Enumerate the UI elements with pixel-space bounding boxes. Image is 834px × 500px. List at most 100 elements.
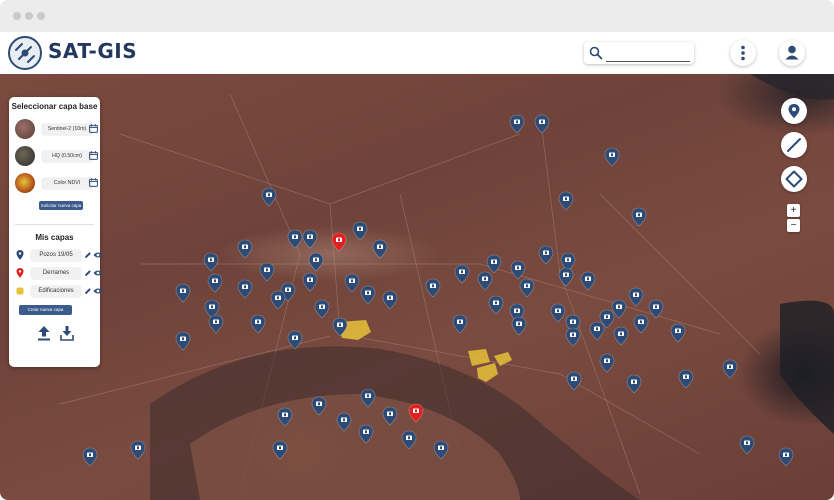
my-layer-derrames[interactable]: Derrames bbox=[31, 268, 81, 279]
well-pin-marker[interactable] bbox=[302, 272, 318, 292]
search-box[interactable] bbox=[584, 42, 694, 64]
calendar-icon[interactable] bbox=[89, 178, 98, 189]
well-pin-marker[interactable] bbox=[360, 285, 376, 305]
well-pin-marker[interactable] bbox=[511, 316, 527, 336]
panel-divider bbox=[15, 224, 94, 225]
well-pin-marker[interactable] bbox=[175, 283, 191, 303]
well-pin-marker[interactable] bbox=[589, 321, 605, 341]
well-pin-marker[interactable] bbox=[314, 299, 330, 319]
well-pin-marker[interactable] bbox=[488, 295, 504, 315]
well-pin-marker[interactable] bbox=[372, 239, 388, 259]
base-layer-title: Seleccionar capa base bbox=[11, 102, 98, 111]
base-layer-hq[interactable]: HQ (0.50cm) bbox=[42, 151, 92, 162]
well-pin-marker[interactable] bbox=[344, 273, 360, 293]
request-layer-button[interactable]: Solicitar nueva capa bbox=[39, 201, 83, 210]
base-layer-thumbnail[interactable] bbox=[15, 173, 35, 193]
well-pin-marker[interactable] bbox=[534, 114, 550, 134]
well-pin-marker[interactable] bbox=[82, 447, 98, 467]
base-layer-sentinel[interactable]: Sentinel-2 (10m) bbox=[42, 124, 92, 135]
well-pin-marker[interactable] bbox=[722, 359, 738, 379]
well-pin-marker[interactable] bbox=[452, 314, 468, 334]
well-pin-marker[interactable] bbox=[203, 252, 219, 272]
well-pin-marker[interactable] bbox=[519, 278, 535, 298]
map-canvas[interactable] bbox=[0, 74, 834, 500]
well-pin-marker[interactable] bbox=[613, 326, 629, 346]
well-pin-marker[interactable] bbox=[648, 299, 664, 319]
well-pin-marker[interactable] bbox=[287, 229, 303, 249]
well-pin-marker[interactable] bbox=[486, 254, 502, 274]
upload-icon[interactable] bbox=[37, 325, 51, 343]
base-layer-thumbnail[interactable] bbox=[15, 119, 35, 139]
zoom-in-button[interactable]: + bbox=[787, 204, 800, 217]
edit-pencil-icon[interactable] bbox=[84, 287, 92, 297]
window-dot bbox=[37, 12, 45, 20]
well-pin-marker[interactable] bbox=[599, 353, 615, 373]
download-icon[interactable] bbox=[60, 325, 74, 343]
well-pin-marker[interactable] bbox=[628, 287, 644, 307]
search-input[interactable] bbox=[606, 45, 690, 62]
more-options-button[interactable] bbox=[730, 40, 756, 66]
edit-pencil-icon[interactable] bbox=[84, 251, 92, 261]
well-pin-marker[interactable] bbox=[302, 229, 318, 249]
app-title: SAT-GIS bbox=[48, 39, 138, 63]
well-pin-marker[interactable] bbox=[580, 271, 596, 291]
zoom-out-button[interactable]: − bbox=[787, 219, 800, 232]
well-pin-marker[interactable] bbox=[382, 290, 398, 310]
calendar-icon[interactable] bbox=[89, 124, 98, 135]
eye-visibility-icon[interactable] bbox=[93, 251, 103, 261]
eye-visibility-icon[interactable] bbox=[93, 269, 103, 279]
well-pin-marker[interactable] bbox=[509, 114, 525, 134]
well-pin-marker[interactable] bbox=[270, 290, 286, 310]
add-point-tool-button[interactable] bbox=[781, 98, 807, 124]
well-pin-marker[interactable] bbox=[678, 369, 694, 389]
window-chrome bbox=[0, 0, 834, 32]
well-pin-marker[interactable] bbox=[558, 267, 574, 287]
well-pin-marker[interactable] bbox=[566, 371, 582, 391]
app-header: SAT-GIS bbox=[0, 32, 834, 74]
well-pin-marker[interactable] bbox=[308, 252, 324, 272]
app-window: SAT-GIS + − Seleccionar capa base Sentin… bbox=[0, 0, 834, 500]
well-pin-marker[interactable] bbox=[130, 440, 146, 460]
well-pin-marker[interactable] bbox=[477, 271, 493, 291]
well-pin-marker[interactable] bbox=[454, 264, 470, 284]
logo-satellite-icon[interactable] bbox=[8, 36, 42, 70]
well-pin-marker[interactable] bbox=[237, 279, 253, 299]
well-pin-marker[interactable] bbox=[237, 239, 253, 259]
spill-pin-marker[interactable] bbox=[331, 232, 347, 252]
well-pin-marker[interactable] bbox=[558, 191, 574, 211]
my-layer-pozos[interactable]: Pozos 19/05 bbox=[31, 250, 81, 261]
base-layer-thumbnail[interactable] bbox=[15, 146, 35, 166]
line-draw-icon bbox=[787, 138, 801, 152]
yellow-square-icon bbox=[16, 287, 24, 297]
well-pin-marker[interactable] bbox=[425, 278, 441, 298]
eye-visibility-icon[interactable] bbox=[93, 287, 103, 297]
well-pin-marker[interactable] bbox=[670, 323, 686, 343]
well-pin-marker[interactable] bbox=[626, 374, 642, 394]
well-pin-marker[interactable] bbox=[604, 147, 620, 167]
satellite-map[interactable]: + − bbox=[0, 74, 834, 500]
edit-pencil-icon[interactable] bbox=[84, 269, 92, 279]
well-pin-marker[interactable] bbox=[631, 207, 647, 227]
well-pin-marker[interactable] bbox=[538, 245, 554, 265]
well-pin-marker[interactable] bbox=[250, 314, 266, 334]
well-pin-marker[interactable] bbox=[261, 187, 277, 207]
red-pin-icon bbox=[16, 268, 24, 280]
create-layer-button[interactable]: Crear nueva capa bbox=[19, 305, 72, 315]
well-pin-marker[interactable] bbox=[175, 331, 191, 351]
well-pin-marker[interactable] bbox=[208, 314, 224, 334]
well-pin-marker[interactable] bbox=[633, 314, 649, 334]
well-pin-marker[interactable] bbox=[352, 221, 368, 241]
well-pin-marker[interactable] bbox=[739, 435, 755, 455]
calendar-icon[interactable] bbox=[89, 151, 98, 162]
well-pin-marker[interactable] bbox=[565, 327, 581, 347]
well-pin-marker[interactable] bbox=[207, 273, 223, 293]
base-layer-ndvi[interactable]: Color NDVI bbox=[42, 178, 92, 189]
user-account-button[interactable] bbox=[779, 40, 805, 66]
well-pin-marker[interactable] bbox=[259, 262, 275, 282]
my-layer-edificaciones[interactable]: Edificaciones bbox=[31, 286, 81, 297]
well-pin-marker[interactable] bbox=[778, 447, 794, 467]
draw-polygon-tool-button[interactable] bbox=[781, 166, 807, 192]
well-pin-marker[interactable] bbox=[550, 303, 566, 323]
draw-line-tool-button[interactable] bbox=[781, 132, 807, 158]
search-icon[interactable] bbox=[589, 46, 603, 60]
